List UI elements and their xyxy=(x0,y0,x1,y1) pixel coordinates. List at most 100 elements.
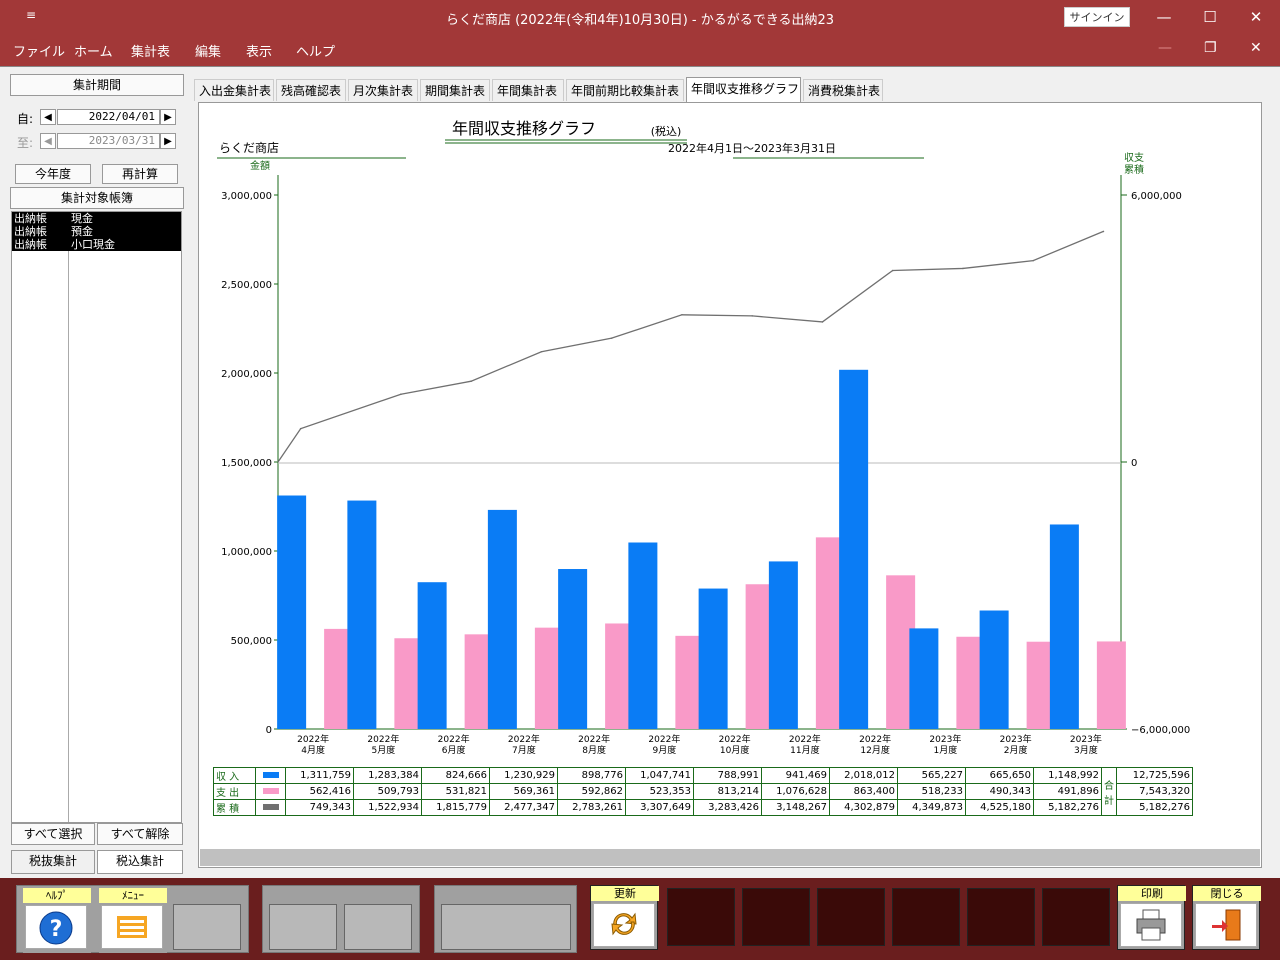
from-prev-icon[interactable]: ◀ xyxy=(40,109,56,125)
x-tick-label: 5月度 xyxy=(372,744,396,756)
total-cell: 7,543,320 xyxy=(1116,783,1193,800)
report-period: 2022年4月1日～2023年3月31日 xyxy=(668,141,836,155)
table-cell: 5,182,276 xyxy=(1033,799,1102,816)
close-icon[interactable]: ✕ xyxy=(1233,4,1279,30)
table-cell: 2,477,347 xyxy=(489,799,558,816)
signin-button[interactable]: サインイン xyxy=(1064,7,1130,27)
maximize-icon[interactable]: ☐ xyxy=(1187,4,1233,30)
tab-deposit-summary[interactable]: 入出金集計表 xyxy=(194,79,274,101)
x-tick-label: 11月度 xyxy=(790,744,819,756)
to-date-field[interactable]: 2023/03/31 xyxy=(57,133,160,149)
row-label: 累 積 xyxy=(213,799,256,816)
cumulative-point xyxy=(891,269,894,272)
table-cell: 491,896 xyxy=(1033,783,1102,800)
menu-view[interactable]: 表示 xyxy=(246,41,272,60)
empty-slot xyxy=(817,888,885,946)
x-tick-label: 2023年 xyxy=(1000,733,1032,745)
to-next-icon[interactable]: ▶ xyxy=(160,133,176,149)
income-bar xyxy=(277,495,307,729)
x-tick-label: 8月度 xyxy=(582,744,606,756)
deselect-all-button[interactable]: すべて解除 xyxy=(97,823,183,845)
print-button[interactable]: 印刷 xyxy=(1117,885,1186,950)
title-bar: ≡ らくだ商店 (2022年(令和4年)10月30日) - かるがるできる出納2… xyxy=(0,0,1280,34)
tab-annual[interactable]: 年間集計表 xyxy=(492,79,564,101)
menu-file[interactable]: ファイル xyxy=(13,41,65,60)
to-prev-icon[interactable]: ◀ xyxy=(40,133,56,149)
menu-help[interactable]: ヘルプ xyxy=(296,41,335,60)
cumulative-point xyxy=(470,380,472,382)
help-button[interactable]: ﾍﾙﾌﾟ ? xyxy=(23,888,91,953)
total-cell: 5,182,276 xyxy=(1116,799,1193,816)
cumulative-point xyxy=(751,315,753,317)
tab-annual-graph[interactable]: 年間収支推移グラフ xyxy=(686,77,801,102)
toolbar-group xyxy=(262,885,420,953)
table-cell: 863,400 xyxy=(829,783,898,800)
tab-monthly[interactable]: 月次集計表 xyxy=(348,79,418,101)
main-area: 入出金集計表 残高確認表 月次集計表 期間集計表 年間集計表 年間前期比較集計表… xyxy=(191,77,1273,868)
close-button[interactable]: 閉じる xyxy=(1192,885,1261,950)
table-cell: 813,214 xyxy=(693,783,762,800)
empty-slot xyxy=(667,888,735,946)
table-cell: 749,343 xyxy=(285,799,354,816)
menu-button[interactable]: ﾒﾆｭｰ xyxy=(99,888,167,953)
empty-slot xyxy=(892,888,960,946)
menu-edit[interactable]: 編集 xyxy=(195,41,221,60)
expense-bar xyxy=(1096,641,1126,729)
y-tick-label: 500,000 xyxy=(231,636,272,647)
x-tick-label: 2022年 xyxy=(578,733,610,745)
y-tick-label: 2,000,000 xyxy=(221,369,272,380)
y-tick-label: 2,500,000 xyxy=(221,280,272,291)
tax-excluded-tab[interactable]: 税抜集計 xyxy=(11,850,95,874)
period-button[interactable]: 集計期間 xyxy=(10,74,184,96)
cumulative-point xyxy=(1032,259,1034,262)
x-tick-label: 2022年 xyxy=(508,733,540,745)
empty-slot xyxy=(344,904,412,950)
legend-swatch xyxy=(255,767,286,784)
from-date-field[interactable]: 2022/04/01 xyxy=(57,109,160,125)
table-cell: 665,650 xyxy=(965,767,1034,784)
y-tick-label: 3,000,000 xyxy=(221,191,272,202)
tax-included-tab[interactable]: 税込集計 xyxy=(97,850,183,874)
ledger-item[interactable]: 出納帳 小口現金 xyxy=(12,238,181,251)
select-all-button[interactable]: すべて選択 xyxy=(11,823,95,845)
recalc-button[interactable]: 再計算 xyxy=(102,164,178,184)
cumulative-point xyxy=(681,314,683,316)
table-cell: 1,148,992 xyxy=(1033,767,1102,784)
doc-close-icon[interactable]: ✕ xyxy=(1250,40,1262,56)
total-label: 合計 xyxy=(1101,767,1117,816)
refresh-button[interactable]: 更新 xyxy=(590,885,659,950)
menu-report[interactable]: 集計表 xyxy=(131,41,170,60)
income-bar xyxy=(979,610,1009,729)
x-tick-label: 2022年 xyxy=(438,733,470,745)
from-next-icon[interactable]: ▶ xyxy=(160,109,176,125)
ledger-item[interactable]: 出納帳 現金 xyxy=(12,212,181,225)
total-cell: 12,725,596 xyxy=(1116,767,1193,784)
table-cell: 531,821 xyxy=(421,783,490,800)
tab-annual-compare[interactable]: 年間前期比較集計表 xyxy=(566,79,684,101)
tab-period[interactable]: 期間集計表 xyxy=(420,79,490,101)
income-bar xyxy=(909,628,939,729)
minimize-icon[interactable]: — xyxy=(1141,4,1187,30)
toolbar-group: ﾍﾙﾌﾟ ? ﾒﾆｭｰ xyxy=(16,885,249,953)
this-year-button[interactable]: 今年度 xyxy=(15,164,91,184)
tab-balance-check[interactable]: 残高確認表 xyxy=(276,79,346,101)
doc-restore-icon[interactable]: ❐ xyxy=(1204,40,1217,56)
ledger-list[interactable]: 出納帳 現金 出納帳 預金 出納帳 小口現金 xyxy=(11,211,182,823)
table-cell: 1,311,759 xyxy=(285,767,354,784)
tab-consumption-tax[interactable]: 消費税集計表 xyxy=(803,79,883,101)
report-panel: 年間収支推移グラフ (税込) らくだ商店 2022年4月1日～2023年3月31… xyxy=(198,102,1262,868)
column-divider xyxy=(68,212,69,822)
income-bar xyxy=(487,509,517,729)
cumulative-point xyxy=(610,337,613,339)
x-tick-label: 9月度 xyxy=(653,744,677,756)
y-tick-label: 1,500,000 xyxy=(221,458,272,469)
ledger-item[interactable]: 出納帳 預金 xyxy=(12,225,181,238)
cumulative-point xyxy=(1102,230,1105,233)
income-bar xyxy=(347,500,377,729)
menu-home[interactable]: ホーム xyxy=(74,41,113,60)
doc-minimize-icon[interactable]: — xyxy=(1158,40,1172,56)
cumulative-point xyxy=(299,427,302,430)
target-ledger-button[interactable]: 集計対象帳簿 xyxy=(10,187,184,209)
table-cell: 3,307,649 xyxy=(625,799,694,816)
table-cell: 1,230,929 xyxy=(489,767,558,784)
